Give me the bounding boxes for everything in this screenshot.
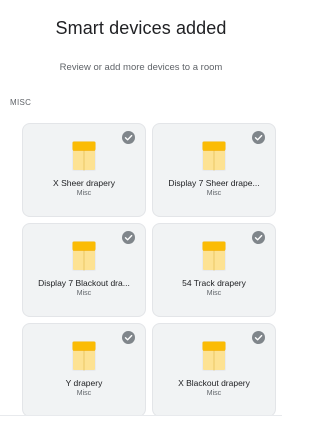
device-card[interactable]: X Sheer drapery Misc (22, 123, 146, 217)
device-name: Y drapery (65, 378, 103, 388)
device-name: Display 7 Blackout dra... (38, 278, 130, 288)
bottom-bar (0, 415, 282, 430)
device-room: Misc (206, 290, 222, 297)
device-room: Misc (206, 390, 222, 397)
device-name: X Blackout drapery (178, 378, 250, 388)
device-room: Misc (76, 290, 92, 297)
check-icon (122, 231, 135, 244)
check-icon (252, 331, 265, 344)
device-name: X Sheer drapery (53, 178, 115, 188)
device-card[interactable]: X Blackout drapery Misc (152, 323, 276, 417)
device-room: Misc (76, 190, 92, 197)
device-room: Misc (206, 190, 222, 197)
device-room: Misc (76, 390, 92, 397)
page-subtitle: Review or add more devices to a room (59, 62, 223, 73)
smart-devices-added-screen: Smart devices added Review or add more d… (0, 0, 282, 430)
page-title: Smart devices added (55, 18, 227, 38)
check-icon (122, 131, 135, 144)
device-card[interactable]: Display 7 Sheer drape... Misc (152, 123, 276, 217)
check-icon (122, 331, 135, 344)
device-card[interactable]: Y drapery Misc (22, 323, 146, 417)
check-icon (252, 131, 265, 144)
curtain-icon (72, 341, 96, 371)
check-icon (252, 231, 265, 244)
curtain-icon (202, 141, 226, 171)
device-card[interactable]: Display 7 Blackout dra... Misc (22, 223, 146, 317)
device-card[interactable]: 54 Track drapery Misc (152, 223, 276, 317)
curtain-icon (202, 341, 226, 371)
section-label-misc: MISC (10, 98, 32, 107)
device-name: 54 Track drapery (182, 278, 246, 288)
device-name: Display 7 Sheer drape... (168, 178, 260, 188)
curtain-icon (72, 141, 96, 171)
curtain-icon (202, 241, 226, 271)
curtain-icon (72, 241, 96, 271)
